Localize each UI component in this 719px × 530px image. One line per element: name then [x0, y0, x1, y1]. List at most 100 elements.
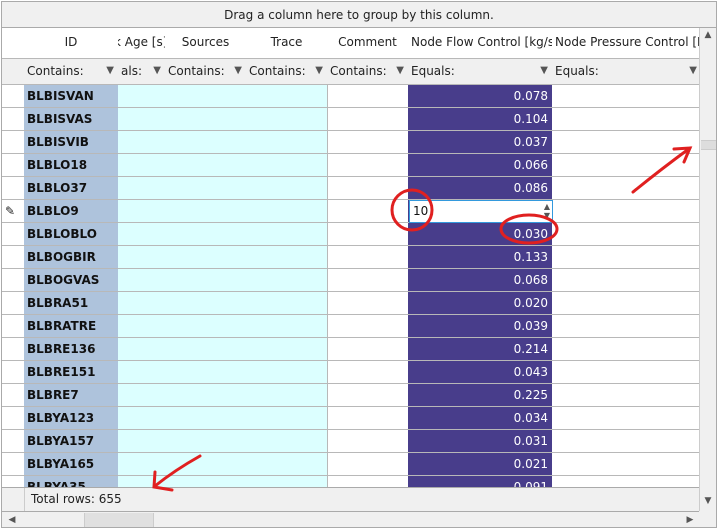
cell-age[interactable] — [118, 453, 166, 476]
cell-node-pressure-control[interactable] — [552, 223, 699, 246]
horizontal-scrollbar[interactable]: ◀ ▶ — [2, 511, 699, 527]
cell-id[interactable]: BLBRA51 — [24, 292, 119, 315]
scroll-up-icon[interactable]: ▲ — [700, 30, 716, 40]
filter-funnel-icon[interactable]: ▼ — [540, 59, 548, 83]
cell-node-flow-control[interactable]: 0.020 — [408, 292, 553, 315]
cell-node-pressure-control[interactable] — [552, 338, 699, 361]
filter-funnel-icon[interactable]: ▼ — [153, 59, 161, 83]
cell-sources[interactable] — [165, 269, 247, 292]
filter-funnel-icon[interactable]: ▼ — [234, 59, 242, 83]
cell-trace[interactable] — [246, 384, 328, 407]
cell-comment[interactable] — [327, 292, 409, 315]
cell-age[interactable] — [118, 338, 166, 361]
cell-node-pressure-control[interactable] — [552, 315, 699, 338]
table-row[interactable]: BLBRA51 0.020 — [2, 292, 699, 315]
table-row[interactable]: BLBYA35 0.091 — [2, 476, 699, 487]
cell-age[interactable] — [118, 154, 166, 177]
cell-sources[interactable] — [165, 246, 247, 269]
cell-node-pressure-control[interactable] — [552, 200, 699, 223]
cell-sources[interactable] — [165, 200, 247, 223]
cell-node-flow-control[interactable]: 0.043 — [408, 361, 553, 384]
cell-comment[interactable] — [327, 430, 409, 453]
cell-trace[interactable] — [246, 430, 328, 453]
flow-edit-input[interactable]: 10 ▲ ▼ — [409, 200, 553, 223]
cell-sources[interactable] — [165, 384, 247, 407]
cell-trace[interactable] — [246, 476, 328, 487]
filter-funnel-icon[interactable]: ▼ — [106, 59, 114, 83]
filter-funnel-icon[interactable]: ▼ — [396, 59, 404, 83]
column-header-id[interactable]: ID — [24, 28, 119, 59]
column-header-comment[interactable]: Comment — [327, 28, 409, 59]
scroll-right-icon[interactable]: ▶ — [682, 515, 698, 525]
cell-comment[interactable] — [327, 407, 409, 430]
cell-age[interactable] — [118, 430, 166, 453]
cell-age[interactable] — [118, 384, 166, 407]
cell-age[interactable] — [118, 315, 166, 338]
filter-trace[interactable]: Contains: ▼ — [246, 59, 328, 85]
cell-node-pressure-control[interactable] — [552, 361, 699, 384]
cell-trace[interactable] — [246, 269, 328, 292]
cell-comment[interactable] — [327, 223, 409, 246]
cell-comment[interactable] — [327, 108, 409, 131]
spinner-icon[interactable]: ▲ ▼ — [544, 202, 550, 220]
cell-node-pressure-control[interactable] — [552, 246, 699, 269]
cell-node-pressure-control[interactable] — [552, 384, 699, 407]
cell-node-flow-control[interactable]: 0.034 — [408, 407, 553, 430]
cell-age[interactable] — [118, 292, 166, 315]
table-row[interactable]: BLBRE7 0.225 — [2, 384, 699, 407]
cell-comment[interactable] — [327, 361, 409, 384]
cell-node-pressure-control[interactable] — [552, 85, 699, 108]
cell-id[interactable]: BLBRATRE — [24, 315, 119, 338]
horizontal-scroll-thumb[interactable] — [84, 513, 154, 527]
cell-sources[interactable] — [165, 453, 247, 476]
cell-node-flow-control[interactable]: 0.078 — [408, 85, 553, 108]
cell-sources[interactable] — [165, 407, 247, 430]
cell-age[interactable] — [118, 177, 166, 200]
scroll-down-icon[interactable]: ▼ — [700, 496, 716, 506]
cell-sources[interactable] — [165, 338, 247, 361]
cell-age[interactable] — [118, 407, 166, 430]
cell-node-pressure-control[interactable] — [552, 292, 699, 315]
cell-age[interactable] — [118, 108, 166, 131]
cell-id[interactable]: BLBOGBIR — [24, 246, 119, 269]
filter-age[interactable]: als: ▼ — [118, 59, 166, 85]
column-header-node-flow-control[interactable]: Node Flow Control [kg/s] — [408, 28, 553, 59]
cell-comment[interactable] — [327, 453, 409, 476]
cell-node-flow-control[interactable]: 0.066 — [408, 154, 553, 177]
cell-trace[interactable] — [246, 131, 328, 154]
cell-trace[interactable] — [246, 200, 328, 223]
cell-node-flow-control[interactable]: 0.030 — [408, 223, 553, 246]
cell-node-flow-control[interactable]: 0.031 — [408, 430, 553, 453]
cell-node-pressure-control[interactable] — [552, 476, 699, 487]
cell-age[interactable] — [118, 131, 166, 154]
filter-node-flow-control[interactable]: Equals: ▼ — [408, 59, 553, 85]
column-header-node-pressure-control[interactable]: Node Pressure Control [Pa — [552, 28, 699, 59]
cell-id[interactable]: BLBYA157 — [24, 430, 119, 453]
cell-id[interactable]: BLBISVIB — [24, 131, 119, 154]
table-row[interactable]: BLBISVAN 0.078 — [2, 85, 699, 108]
cell-age[interactable] — [118, 200, 166, 223]
cell-node-flow-control[interactable]: 0.086 — [408, 177, 553, 200]
cell-id[interactable]: BLBRE136 — [24, 338, 119, 361]
cell-trace[interactable] — [246, 338, 328, 361]
filter-funnel-icon[interactable]: ▼ — [689, 59, 697, 83]
filter-node-pressure-control[interactable]: Equals: ▼ — [552, 59, 699, 85]
cell-comment[interactable] — [327, 177, 409, 200]
cell-sources[interactable] — [165, 177, 247, 200]
cell-age[interactable] — [118, 85, 166, 108]
cell-node-flow-control[interactable]: 0.068 — [408, 269, 553, 292]
cell-sources[interactable] — [165, 85, 247, 108]
table-row[interactable]: BLBRE136 0.214 — [2, 338, 699, 361]
cell-trace[interactable] — [246, 85, 328, 108]
cell-age[interactable] — [118, 223, 166, 246]
vertical-scrollbar[interactable]: ▲ ▼ — [699, 28, 716, 511]
filter-sources[interactable]: Contains: ▼ — [165, 59, 247, 85]
cell-sources[interactable] — [165, 223, 247, 246]
cell-sources[interactable] — [165, 430, 247, 453]
table-row[interactable]: BLBYA165 0.021 — [2, 453, 699, 476]
cell-comment[interactable] — [327, 269, 409, 292]
cell-id[interactable]: BLBISVAN — [24, 85, 119, 108]
cell-id[interactable]: BLBRE151 — [24, 361, 119, 384]
cell-node-pressure-control[interactable] — [552, 108, 699, 131]
table-row[interactable]: BLBLO18 0.066 — [2, 154, 699, 177]
